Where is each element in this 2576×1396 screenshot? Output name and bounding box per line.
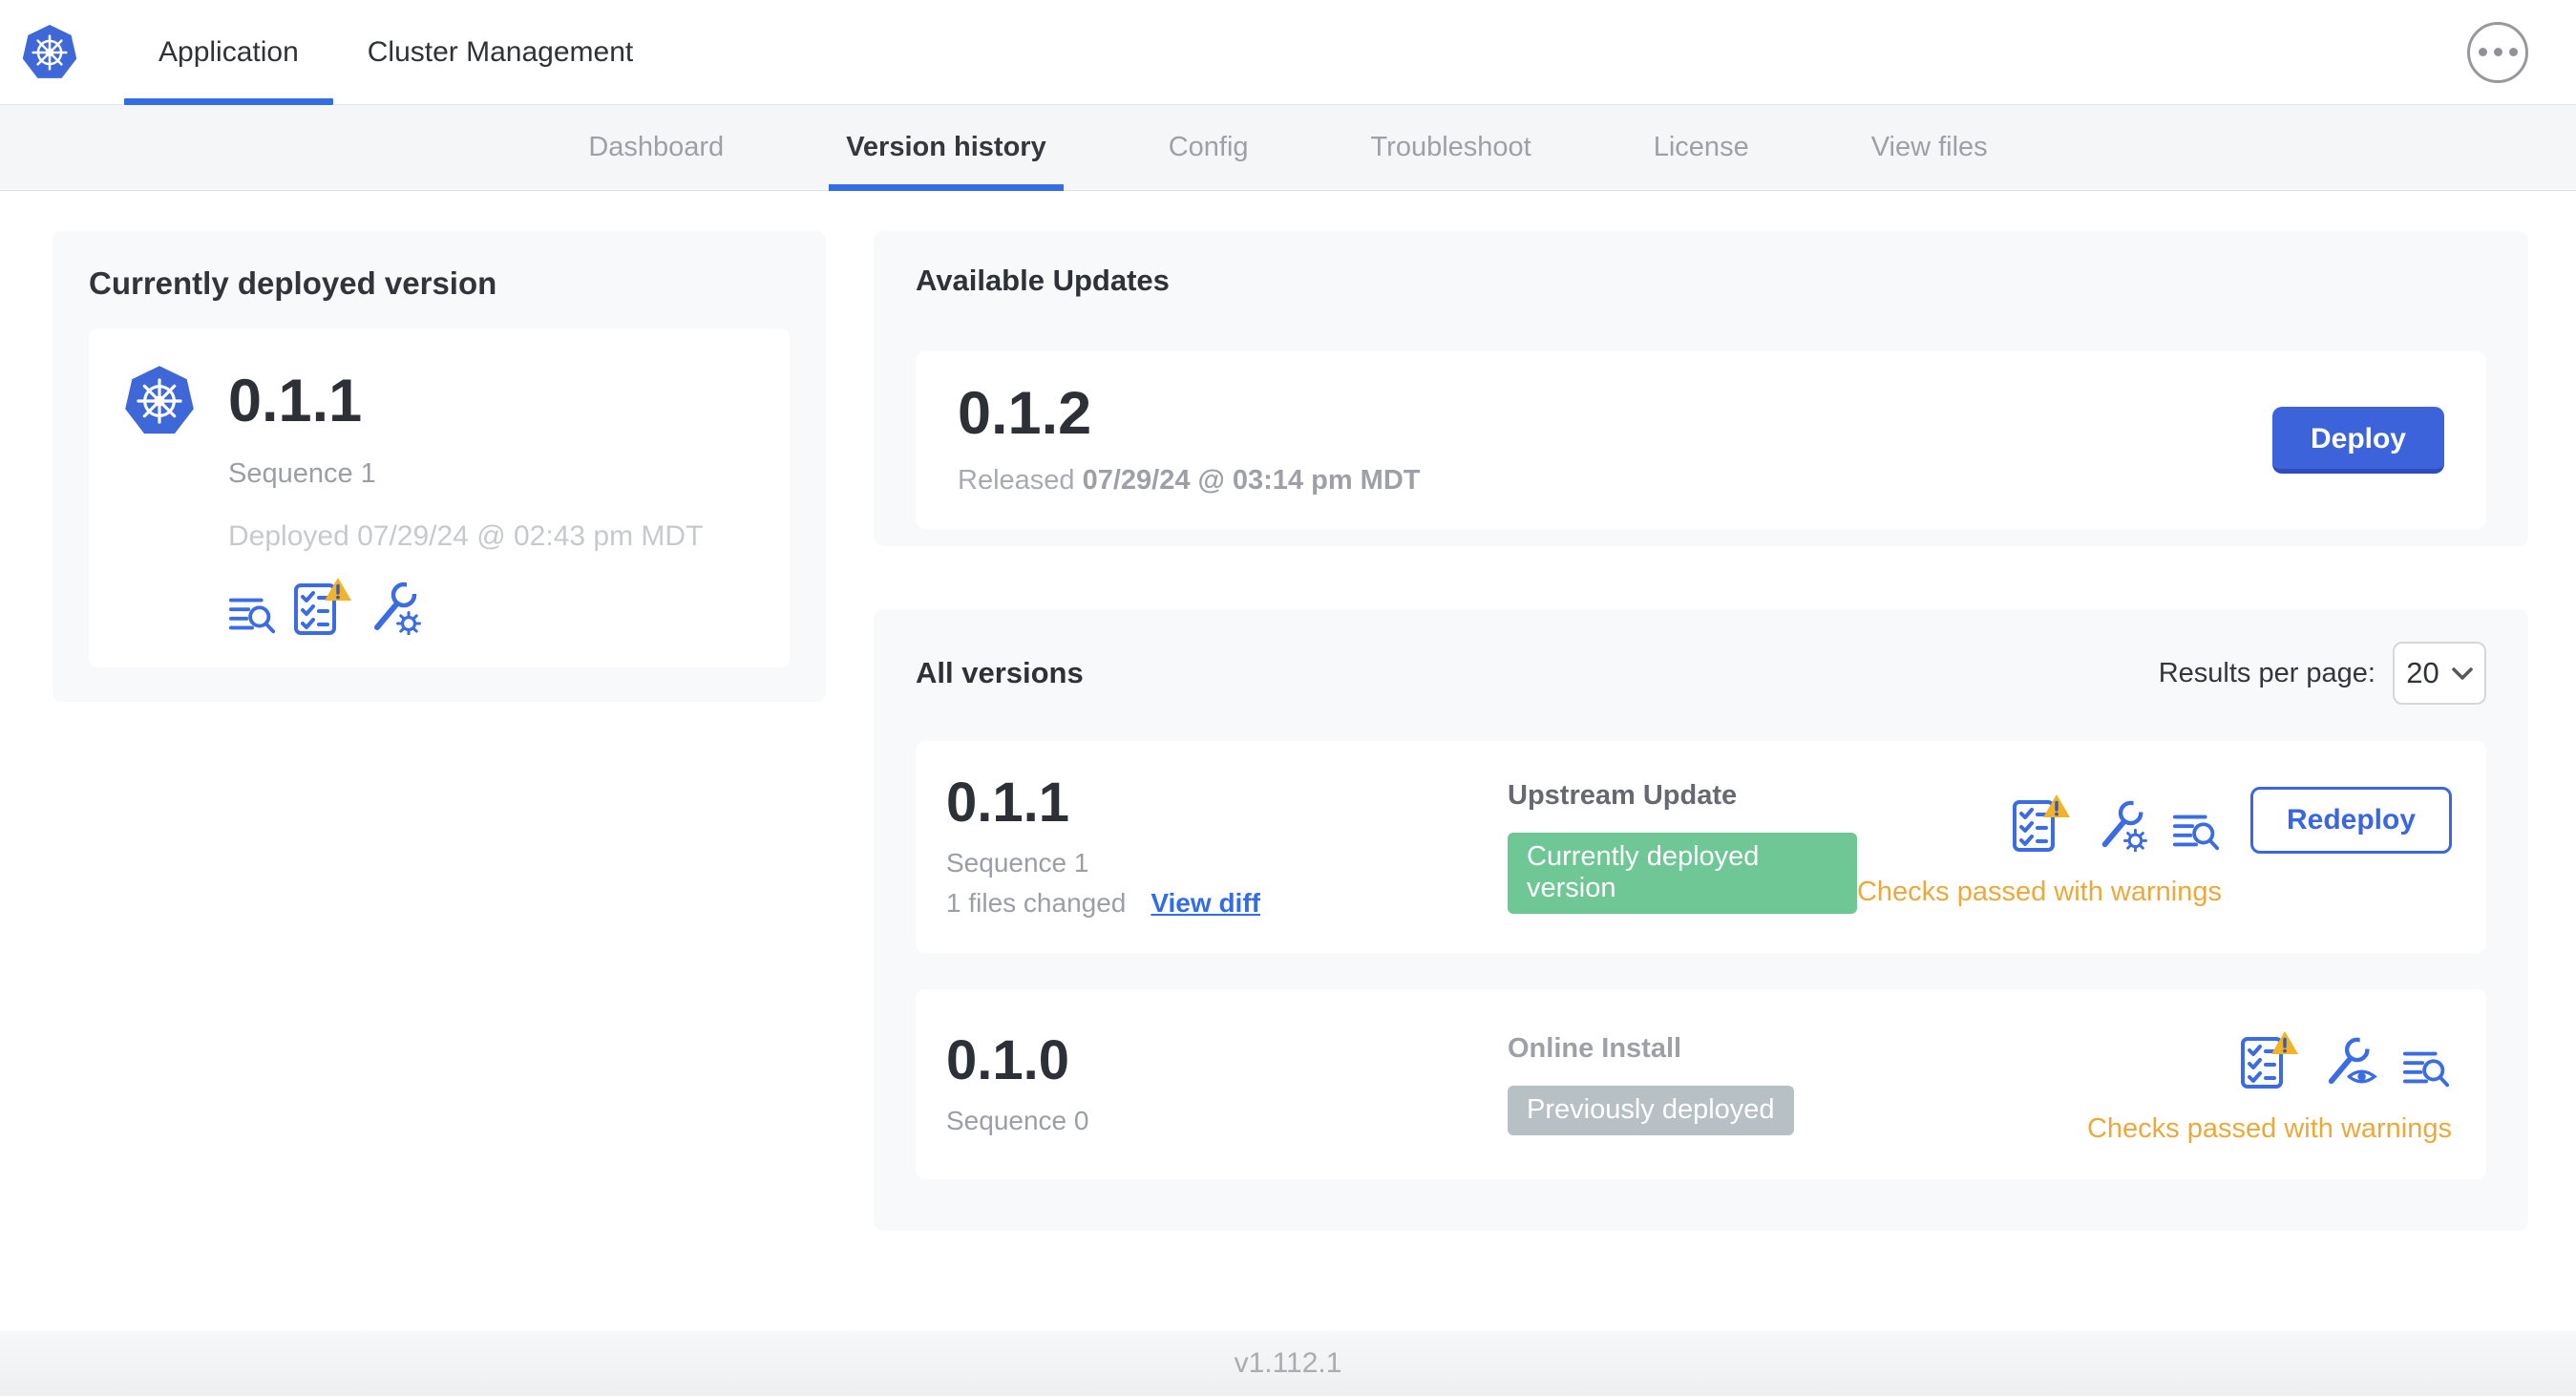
subnav-item-dashboard[interactable]: Dashboard [588, 105, 724, 190]
subnav-config-label: Config [1168, 132, 1249, 162]
app-kubernetes-logo-icon [123, 365, 228, 437]
subnav-item-view-files[interactable]: View files [1871, 105, 1988, 190]
row-version-number: 0.1.1 [946, 772, 1069, 834]
active-tab-underline [124, 98, 333, 105]
kubernetes-logo-icon [21, 23, 78, 82]
results-per-page-value: 20 [2406, 656, 2439, 689]
update-version-number: 0.1.2 [958, 380, 1092, 447]
subnav-dashboard-label: Dashboard [588, 132, 725, 162]
row-version-number: 0.1.0 [946, 1028, 1069, 1091]
currently-deployed-card: Currently deployed version 0.1.1 Sequenc… [53, 231, 826, 702]
app-subnav: Dashboard Version history Config Trouble… [0, 105, 2576, 191]
checks-status: Checks passed with warnings [1856, 876, 2222, 907]
update-row: 0.1.2 Released 07/29/24 @ 03:14 pm MDT D… [916, 351, 2486, 529]
diff-logs-icon[interactable] [228, 593, 278, 635]
all-versions-card: All versions Results per page: 20 0.1.1 … [874, 609, 2528, 1231]
subnav-view-files-label: View files [1870, 132, 1988, 162]
top-nav: Application Cluster Management [0, 0, 2576, 105]
tab-application-label: Application [158, 35, 299, 68]
available-updates-title: Available Updates [916, 264, 1170, 297]
all-versions-header: All versions Results per page: 20 [916, 642, 2486, 705]
tab-cluster-management[interactable]: Cluster Management [333, 0, 667, 104]
row-sequence: Sequence 1 [946, 848, 1089, 878]
deployed-timestamp: Deployed 07/29/24 @ 02:43 pm MDT [228, 520, 704, 552]
subnav-item-version-history[interactable]: Version history [829, 105, 1064, 191]
view-diff-link[interactable]: View diff [1151, 888, 1260, 919]
console-version: v1.112.1 [1234, 1347, 1342, 1379]
subnav-item-troubleshoot[interactable]: Troubleshoot [1371, 105, 1531, 190]
currently-deployed-title: Currently deployed version [89, 265, 497, 301]
tab-cluster-management-label: Cluster Management [367, 35, 634, 68]
all-versions-title: All versions [916, 656, 1084, 689]
currently-deployed-badge: Currently deployed version [1508, 833, 1857, 914]
diff-logs-icon[interactable] [2172, 810, 2222, 852]
chevron-down-icon [2451, 666, 2473, 680]
subnav-version-history-label: Version history [846, 132, 1046, 162]
subnav-item-license[interactable]: License [1654, 105, 1749, 190]
results-per-page-label: Results per page: [2158, 657, 2375, 688]
active-subnav-underline [829, 184, 1064, 191]
row-sequence: Sequence 0 [946, 1105, 1089, 1135]
view-config-icon[interactable] [2324, 1035, 2377, 1089]
redeploy-button[interactable]: Redeploy [2249, 786, 2452, 854]
preflight-checks-warning-icon[interactable] [2012, 792, 2071, 852]
version-row-0-1-0: 0.1.0 Sequence 0 Online Install Previous… [916, 989, 2486, 1179]
subnav-item-config[interactable]: Config [1169, 105, 1249, 190]
more-options-button[interactable] [2467, 21, 2528, 83]
row-source: Online Install [1508, 1033, 1682, 1064]
files-changed: 1 files changed [946, 888, 1127, 918]
row-source: Upstream Update [1508, 780, 1738, 811]
subnav-troubleshoot-label: Troubleshoot [1370, 132, 1531, 162]
deployed-version-card: 0.1.1 Sequence 1 Deployed 07/29/24 @ 02:… [89, 328, 790, 667]
released-date: 07/29/24 @ 03:14 pm MDT [1082, 465, 1421, 496]
edit-config-icon[interactable] [368, 580, 421, 635]
tab-application[interactable]: Application [124, 0, 333, 105]
deployed-version-number: 0.1.1 [228, 368, 363, 434]
top-nav-tabs: Application Cluster Management [124, 0, 667, 105]
results-per-page-select[interactable]: 20 [2393, 642, 2486, 705]
update-released-line: Released 07/29/24 @ 03:14 pm MDT [958, 465, 1420, 497]
right-column: Available Updates 0.1.2 Released 07/29/2… [874, 231, 2528, 1231]
checks-status: Checks passed with warnings [2086, 1113, 2452, 1144]
app-footer: v1.112.1 [0, 1331, 2576, 1396]
main-content: Currently deployed version 0.1.1 Sequenc… [0, 191, 2576, 1231]
preflight-checks-warning-icon[interactable] [2240, 1029, 2299, 1089]
edit-config-icon[interactable] [2096, 798, 2147, 852]
released-label: Released [958, 465, 1075, 496]
deployed-sequence: Sequence 1 [228, 458, 376, 489]
version-row-0-1-1: 0.1.1 Sequence 1 1 files changed View di… [916, 741, 2486, 953]
results-per-page: Results per page: 20 [2159, 642, 2486, 705]
preflight-checks-warning-icon[interactable] [293, 576, 352, 635]
subnav-license-label: License [1653, 132, 1749, 162]
row-action-icons [2012, 787, 2222, 852]
deployed-version-actions [228, 576, 755, 635]
row-action-icons [2240, 1024, 2452, 1089]
previously-deployed-badge: Previously deployed [1508, 1086, 1794, 1135]
deploy-button[interactable]: Deploy [2271, 407, 2444, 474]
ellipsis-icon [2478, 48, 2487, 56]
available-updates-card: Available Updates 0.1.2 Released 07/29/2… [874, 231, 2528, 546]
diff-logs-icon[interactable] [2402, 1047, 2452, 1089]
